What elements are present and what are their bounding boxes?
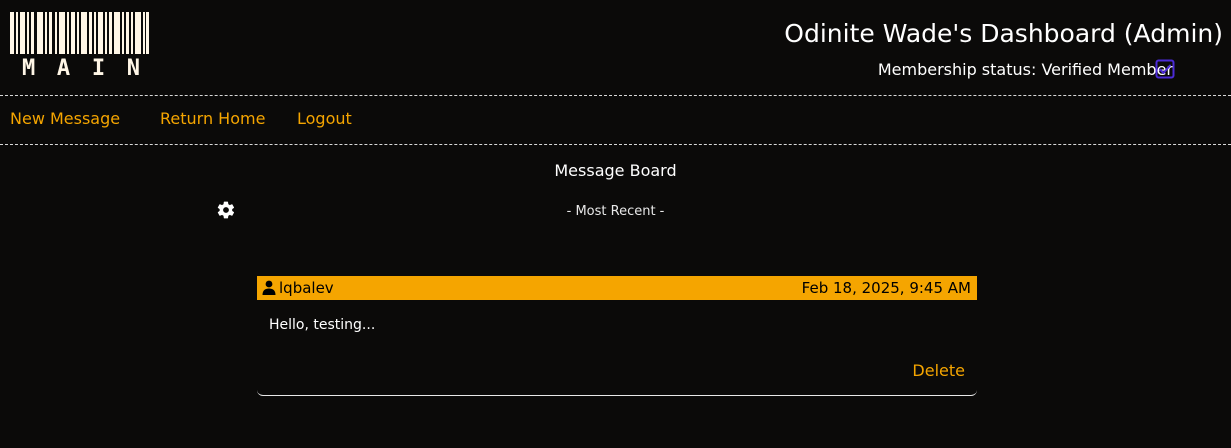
message-card: lqbalev Feb 18, 2025, 9:45 AM Hello, tes… [257, 276, 977, 396]
logo-letter: N [126, 56, 140, 81]
checkbox-checked-icon [1155, 59, 1175, 79]
dashboard-title: Odinite Wade's Dashboard (Admin) [784, 19, 1223, 48]
sort-label[interactable]: - Most Recent - [0, 204, 1231, 219]
logo-letter: I [91, 56, 106, 81]
message-body: Hello, testing... [269, 317, 376, 333]
message-author: lqbalev [279, 279, 334, 297]
message-header: lqbalev Feb 18, 2025, 9:45 AM [257, 276, 977, 300]
message-timestamp: Feb 18, 2025, 9:45 AM [801, 279, 971, 297]
main-logo[interactable]: M A I N [10, 12, 150, 81]
nav-logout[interactable]: Logout [297, 109, 352, 128]
barcode-icon [10, 12, 149, 54]
site-header: M A I N Odinite Wade's Dashboard (Admin)… [0, 0, 1231, 96]
page-title: Message Board [554, 161, 677, 180]
membership-status: Membership status: Verified Member [878, 60, 1173, 79]
nav-new-message[interactable]: New Message [10, 109, 120, 128]
logo-letter: M [22, 56, 36, 81]
nav-return-home[interactable]: Return Home [160, 109, 265, 128]
user-icon [262, 280, 276, 295]
main-nav: New Message Return Home Logout [0, 97, 1231, 145]
delete-message-button[interactable]: Delete [912, 361, 965, 380]
logo-letter: A [56, 56, 71, 81]
membership-status-text: Membership status: Verified Member [877, 60, 1173, 79]
logo-wordmark: M A I N [10, 56, 150, 81]
